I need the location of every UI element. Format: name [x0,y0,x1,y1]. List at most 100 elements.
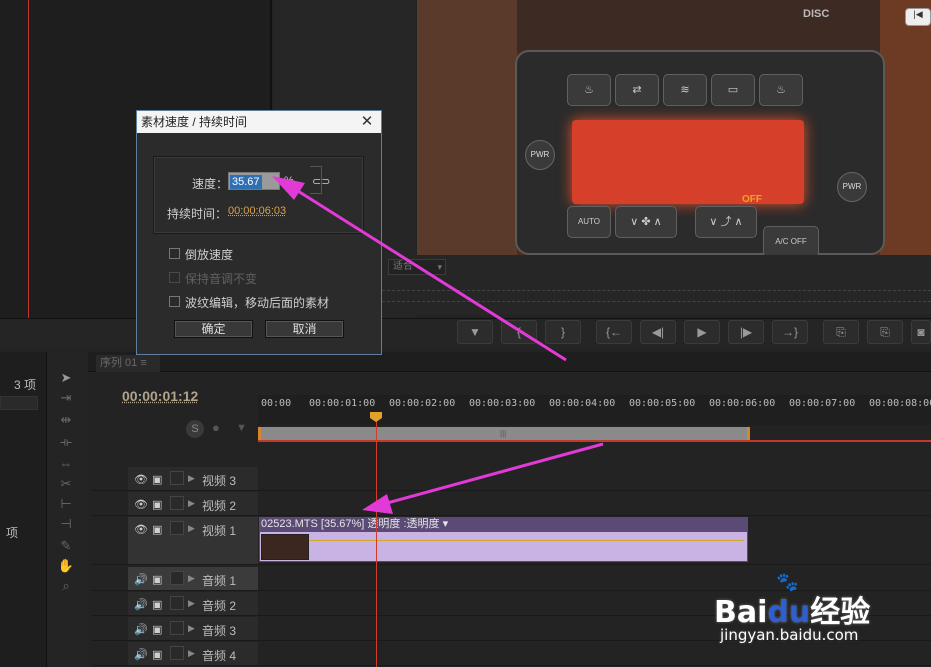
expand-arrow-icon[interactable]: ▶ [188,573,195,584]
track-lock-toggle[interactable] [170,471,184,485]
slide-tool-icon[interactable]: ⊣ [56,516,76,534]
audio-track-name: 音频 3 [202,624,237,638]
speaker-icon[interactable]: 🔊 [134,623,148,636]
mode-key: ∨ ⤴ ∧ [695,206,757,238]
eye-icon[interactable]: 👁 [134,523,148,536]
video-track-header[interactable]: 👁 ▣ ▶ 视频 1 [128,517,258,564]
export-frame-button[interactable]: ◙ [911,320,931,344]
marker-icon[interactable]: ● [212,420,220,435]
project-item-count: 3 项 [14,378,37,392]
go-to-in-button[interactable]: {← [596,320,632,344]
ok-button[interactable]: 确定 [174,320,253,338]
watermark-url: jingyan.baidu.com [720,626,859,644]
speaker-icon[interactable]: 🔊 [134,648,148,661]
tab-sequence-01[interactable]: 序列 01 ≡ [96,355,160,372]
car-console: ♨ ⇄ ≋ ▭ ♨ PWR PWR OFF AUTO ∨ ✤ ∧ ∨ ⤴ ∧ A… [515,50,885,258]
track-lock-toggle[interactable] [170,571,184,585]
seat-heat-right-key: ♨ [759,74,803,106]
sync-lock-icon[interactable]: ▣ [152,598,162,611]
video-track[interactable]: 👁 ▣ ▶ 视频 3 [92,467,931,491]
mark-out-button[interactable]: } [545,320,581,344]
sync-lock-icon[interactable]: ▣ [152,573,162,586]
step-forward-button[interactable]: |▶ [728,320,764,344]
expand-arrow-icon[interactable]: ▶ [188,523,195,534]
track-lock-toggle[interactable] [170,596,184,610]
speed-input[interactable]: 35.67 [228,172,280,190]
add-marker-icon[interactable]: ▼ [236,422,247,434]
work-area-grip-icon: ||| [500,429,507,438]
razor-tool-icon[interactable]: ✂ [56,476,76,494]
video-track[interactable]: 👁 ▣ ▶ 视频 2 [92,492,931,516]
rolling-edit-tool-icon[interactable]: ⟛ [56,434,76,452]
track-lock-toggle[interactable] [170,621,184,635]
slip-tool-icon[interactable]: ⊢ [56,496,76,514]
timeline-tab-bar [88,352,931,372]
eye-icon[interactable]: 👁 [134,498,148,511]
video-wood-left [417,0,517,255]
audio-track-name: 音频 4 [202,649,237,663]
project-item-label: 项 [6,526,19,540]
expand-arrow-icon[interactable]: ▶ [188,498,195,509]
pen-tool-icon[interactable]: ✎ [56,538,76,556]
reverse-speed-checkbox[interactable] [169,248,180,259]
video-track-header[interactable]: 👁 ▣ ▶ 视频 2 [128,492,258,515]
duration-value[interactable]: 00:00:06:03 [228,205,286,217]
speaker-icon[interactable]: 🔊 [134,573,148,586]
video-wood-right [880,0,931,255]
timeline-playhead[interactable] [376,418,377,667]
pwr-left-knob: PWR [525,140,555,170]
ruler-label: 00:00:06:00 [709,398,776,409]
rate-stretch-tool-icon[interactable]: ⇔ [56,456,76,474]
expand-arrow-icon[interactable]: ▶ [188,648,195,659]
ruler-label: 00:00:08:00 [869,398,931,409]
add-marker-button[interactable]: ▼ [457,320,493,344]
hand-tool-icon[interactable]: ✋ [56,558,76,576]
zoom-select[interactable]: 适合 ▾ [388,259,446,275]
extract-button[interactable]: ⎘ [867,320,903,344]
audio-track-header[interactable]: 🔊 ▣ ▶ 音频 3 [128,617,258,640]
sync-lock-icon[interactable]: ▣ [152,623,162,636]
go-to-out-button[interactable]: →} [772,320,808,344]
step-back-button[interactable]: ◀| [640,320,676,344]
cancel-button[interactable]: 取消 [265,320,344,338]
render-bar [258,440,931,442]
program-mini-ruler[interactable] [382,290,931,302]
selection-tool-icon[interactable]: ➤ [56,370,76,388]
close-icon[interactable]: ✕ [356,112,378,132]
expand-arrow-icon[interactable]: ▶ [188,623,195,634]
eye-icon[interactable]: 👁 [134,473,148,486]
snap-icon[interactable]: S [186,420,204,438]
lift-button[interactable]: ⎘ [823,320,859,344]
console-off-text: OFF [742,194,762,205]
source-playhead [28,0,29,318]
ripple-edit-tool-icon[interactable]: ⇹ [56,412,76,430]
audio-track-header[interactable]: 🔊 ▣ ▶ 音频 4 [128,642,258,665]
speaker-icon[interactable]: 🔊 [134,598,148,611]
expand-arrow-icon[interactable]: ▶ [188,598,195,609]
mark-in-button[interactable]: { [501,320,537,344]
sync-lock-icon[interactable]: ▣ [152,523,162,536]
audio-track-header[interactable]: 🔊 ▣ ▶ 音频 2 [128,592,258,615]
sync-lock-icon[interactable]: ▣ [152,648,162,661]
track-lock-toggle[interactable] [170,521,184,535]
audio-track[interactable]: 🔊 ▣ ▶ 音频 4 [92,642,931,666]
audio-track-name: 音频 1 [202,574,237,588]
chevron-down-icon: ▾ [437,262,442,272]
ripple-edit-checkbox[interactable] [169,296,180,307]
baidu-logo: Baidu经验 [714,587,870,631]
link-chain-icon[interactable]: ⊂⊃ [312,175,330,188]
project-filter-input[interactable] [0,396,38,410]
sync-lock-icon[interactable]: ▣ [152,498,162,511]
video-track-header[interactable]: 👁 ▣ ▶ 视频 3 [128,467,258,490]
track-lock-toggle[interactable] [170,496,184,510]
track-lock-toggle[interactable] [170,646,184,660]
track-select-tool-icon[interactable]: ⇥ [56,390,76,408]
zoom-tool-icon[interactable]: ⌕ [56,578,76,596]
play-button[interactable]: ▶ [684,320,720,344]
logo-du: du [767,595,811,630]
expand-arrow-icon[interactable]: ▶ [188,473,195,484]
sync-lock-icon[interactable]: ▣ [152,473,162,486]
audio-track-header[interactable]: 🔊 ▣ ▶ 音频 1 [128,567,258,590]
timeline-timecode[interactable]: 00:00:01:12 [122,388,198,404]
rear-defrost-key: ▭ [711,74,755,106]
